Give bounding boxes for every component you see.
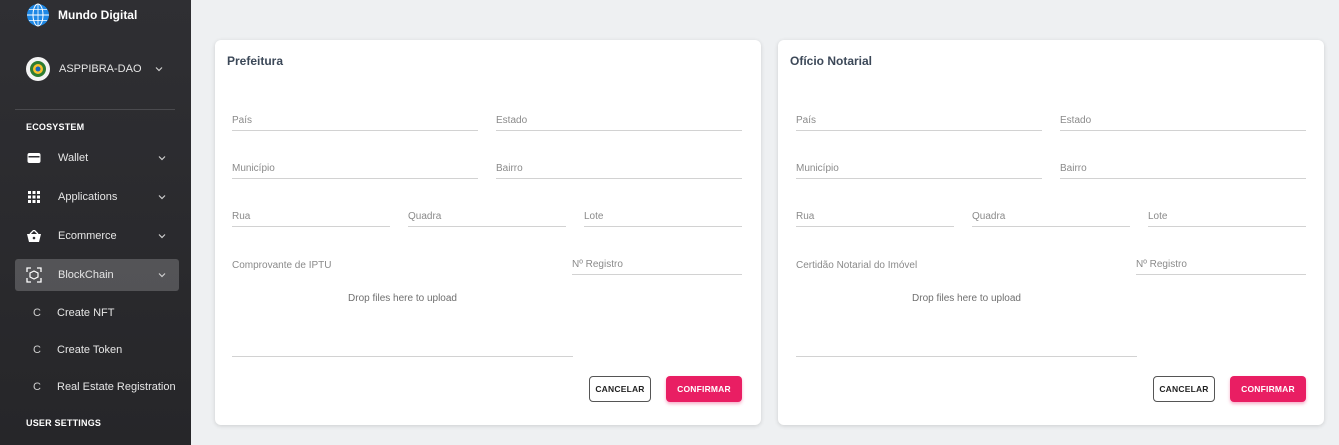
section-label-ecosystem: ECOSYSTEM <box>26 122 85 132</box>
subitem-label: Create NFT <box>57 307 115 319</box>
org-selector[interactable]: ASPPIBRA-DAO <box>26 57 176 81</box>
sidebar-item-label: BlockChain <box>58 269 114 281</box>
rua-field-wrap <box>796 203 954 227</box>
globe-logo-icon <box>27 3 49 27</box>
sidebar: Mundo Digital ASPPIBRA-DAO ECOSYSTEM Wal… <box>0 0 191 445</box>
pais-field-wrap <box>796 107 1042 131</box>
pais-field-wrap <box>232 107 478 131</box>
dropzone-text: Drop files here to upload <box>348 293 457 304</box>
estado-field-wrap <box>496 107 742 131</box>
sidebar-item-blockchain[interactable]: BlockChain <box>15 259 179 291</box>
chevron-down-icon <box>158 273 166 278</box>
sidebar-item-label: Ecommerce <box>58 230 117 242</box>
estado-field[interactable] <box>1060 115 1306 126</box>
sidebar-item-label: Wallet <box>58 152 89 164</box>
estado-field[interactable] <box>496 115 742 126</box>
lote-field-wrap <box>1148 203 1306 227</box>
registro-field[interactable] <box>1136 259 1306 270</box>
apps-grid-icon <box>26 189 42 205</box>
chevron-down-icon <box>158 195 166 200</box>
brand[interactable]: Mundo Digital <box>26 2 137 28</box>
org-name: ASPPIBRA-DAO <box>59 63 142 75</box>
certidao-field[interactable] <box>796 260 1137 271</box>
pais-field[interactable] <box>796 115 1042 126</box>
cancel-button[interactable]: CANCELAR <box>589 376 651 402</box>
sidebar-item-ecommerce[interactable]: Ecommerce <box>15 220 179 252</box>
brand-name: Mundo Digital <box>58 8 138 22</box>
blockchain-icon <box>26 267 42 283</box>
quadra-field-wrap <box>408 203 566 227</box>
sidebar-item-applications[interactable]: Applications <box>15 181 179 213</box>
section-label-user-settings: USER SETTINGS <box>26 418 102 428</box>
confirm-button[interactable]: CONFIRMAR <box>1230 376 1306 402</box>
bairro-field-wrap <box>496 155 742 179</box>
subitem-mini: C <box>33 344 41 356</box>
rua-field[interactable] <box>232 211 390 222</box>
org-avatar <box>26 57 50 81</box>
card-oficio-notarial: Ofício Notarial Drop files here to uploa… <box>778 40 1324 425</box>
subitem-mini: C <box>33 381 41 393</box>
sidebar-subitem-create-token[interactable]: C Create Token <box>15 336 179 364</box>
chevron-down-icon <box>158 234 166 239</box>
quadra-field[interactable] <box>408 211 566 222</box>
municipio-field[interactable] <box>796 163 1042 174</box>
registro-field[interactable] <box>572 259 742 270</box>
registro-field-wrap <box>572 251 742 275</box>
chevron-down-icon <box>158 156 166 161</box>
subitem-label: Real Estate Registration <box>57 381 176 393</box>
file-dropzone[interactable]: Drop files here to upload <box>232 283 573 357</box>
bairro-field[interactable] <box>496 163 742 174</box>
card-title: Prefeitura <box>227 54 284 68</box>
quadra-field[interactable] <box>972 211 1130 222</box>
bairro-field[interactable] <box>1060 163 1306 174</box>
sidebar-subitem-create-nft[interactable]: C Create NFT <box>15 299 179 327</box>
sidebar-item-wallet[interactable]: Wallet <box>15 142 179 174</box>
bairro-field-wrap <box>1060 155 1306 179</box>
municipio-field-wrap <box>232 155 478 179</box>
rua-field[interactable] <box>796 211 954 222</box>
card-prefeitura: Prefeitura Drop files here to upload CAN… <box>215 40 761 425</box>
sidebar-divider <box>15 109 175 110</box>
lote-field[interactable] <box>1148 211 1306 222</box>
confirm-button[interactable]: CONFIRMAR <box>666 376 742 402</box>
quadra-field-wrap <box>972 203 1130 227</box>
registro-field-wrap <box>1136 251 1306 275</box>
iptu-field[interactable] <box>232 260 573 271</box>
municipio-field-wrap <box>796 155 1042 179</box>
chevron-down-icon <box>155 67 163 72</box>
org-logo-icon <box>30 61 46 77</box>
rua-field-wrap <box>232 203 390 227</box>
sidebar-item-label: Applications <box>58 191 118 203</box>
certidao-label-wrap <box>796 251 1137 275</box>
file-dropzone[interactable]: Drop files here to upload <box>796 283 1137 357</box>
iptu-label-wrap <box>232 251 573 275</box>
lote-field-wrap <box>584 203 742 227</box>
subitem-label: Create Token <box>57 344 123 356</box>
municipio-field[interactable] <box>232 163 478 174</box>
basket-icon <box>26 228 42 244</box>
sidebar-subitem-real-estate[interactable]: C Real Estate Registration <box>15 373 179 401</box>
dropzone-text: Drop files here to upload <box>912 293 1021 304</box>
cancel-button[interactable]: CANCELAR <box>1153 376 1215 402</box>
wallet-icon <box>26 150 42 166</box>
estado-field-wrap <box>1060 107 1306 131</box>
subitem-mini: C <box>33 307 41 319</box>
lote-field[interactable] <box>584 211 742 222</box>
card-title: Ofício Notarial <box>790 54 873 68</box>
pais-field[interactable] <box>232 115 478 126</box>
